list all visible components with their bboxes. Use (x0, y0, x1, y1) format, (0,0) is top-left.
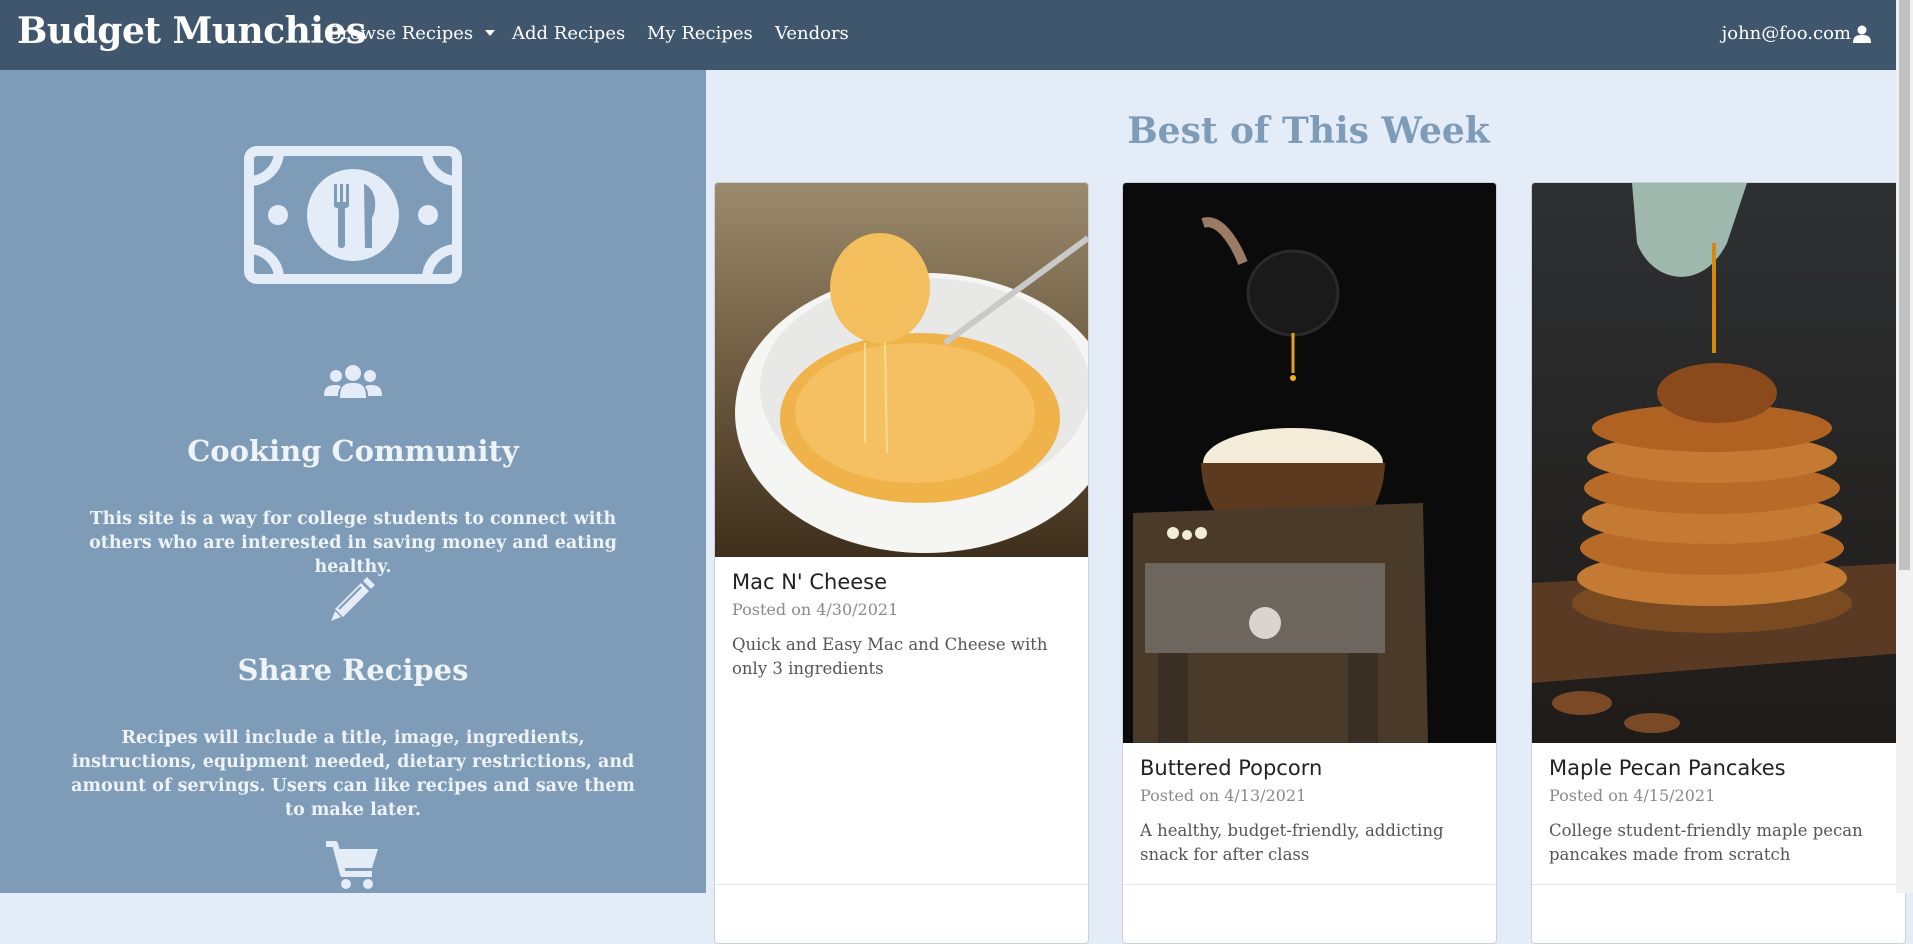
pencil-icon (331, 577, 375, 621)
recipe-card-maple-pecan-pancakes[interactable]: Maple Pecan Pancakes Posted on 4/15/2021… (1531, 182, 1906, 944)
section-title: Best of This Week (1127, 110, 1490, 152)
feature-share-icon-wrap (0, 575, 706, 623)
card-title[interactable]: Maple Pecan Pancakes (1549, 756, 1888, 780)
popcorn-photo[interactable] (1123, 183, 1496, 743)
card-description: Quick and Easy Mac and Cheese with only … (732, 635, 1048, 678)
card-title[interactable]: Buttered Popcorn (1140, 756, 1479, 780)
card-divider (1123, 884, 1496, 885)
card-divider (1532, 884, 1905, 885)
vertical-scrollbar[interactable] (1896, 0, 1913, 893)
card-description: College student-friendly maple pecan pan… (1549, 821, 1863, 864)
card-date: Posted on 4/13/2021 (1140, 786, 1307, 805)
nav-browse-recipes-label: Browse Recipes (328, 23, 474, 44)
feature-title-share: Share Recipes (237, 653, 469, 687)
mac-and-cheese-photo[interactable] (715, 183, 1088, 557)
chevron-down-icon (485, 30, 496, 36)
recipe-card-mac-n-cheese[interactable]: Mac N' Cheese Posted on 4/30/2021 Quick … (714, 182, 1089, 944)
nav-my-recipes[interactable]: My Recipes (647, 23, 753, 44)
users-icon (324, 365, 382, 398)
feature-text-community: This site is a way for college students … (89, 509, 617, 577)
user-icon (1853, 25, 1871, 43)
user-menu[interactable]: john@foo.com (1722, 23, 1871, 44)
card-body: Maple Pecan Pancakes Posted on 4/15/2021… (1549, 756, 1888, 867)
feature-community-icon-wrap (0, 364, 706, 398)
navbar: Budget Munchies Browse Recipes Add Recip… (0, 0, 1913, 70)
nav-browse-recipes[interactable]: Browse Recipes (328, 23, 496, 44)
nav-add-recipes[interactable]: Add Recipes (512, 23, 625, 44)
about-panel: Cooking Community This site is a way for… (0, 70, 706, 893)
recipe-card-buttered-popcorn[interactable]: Buttered Popcorn Posted on 4/13/2021 A h… (1122, 182, 1497, 944)
shopping-cart-icon (326, 841, 378, 889)
pancakes-photo[interactable] (1532, 183, 1905, 743)
feature-text-share: Recipes will include a title, image, ing… (71, 728, 635, 820)
card-body: Buttered Popcorn Posted on 4/13/2021 A h… (1140, 756, 1479, 867)
card-body: Mac N' Cheese Posted on 4/30/2021 Quick … (732, 570, 1071, 681)
nav-vendors[interactable]: Vendors (775, 23, 849, 44)
card-title[interactable]: Mac N' Cheese (732, 570, 1071, 594)
user-email: john@foo.com (1721, 23, 1851, 44)
card-description: A healthy, budget-friendly, addicting sn… (1140, 821, 1444, 864)
feature-vendors-icon-wrap (0, 840, 706, 890)
brand-title[interactable]: Budget Munchies (17, 10, 366, 52)
scrollbar-thumb[interactable] (1899, 0, 1910, 570)
card-date: Posted on 4/30/2021 (732, 600, 899, 619)
card-divider (715, 884, 1088, 885)
best-of-week-section: Best of This Week Mac N' Cheese Posted o… (706, 70, 1906, 944)
feature-title-community: Cooking Community (187, 434, 519, 468)
money-utensils-logo-icon (244, 146, 462, 284)
card-date: Posted on 4/15/2021 (1549, 786, 1716, 805)
